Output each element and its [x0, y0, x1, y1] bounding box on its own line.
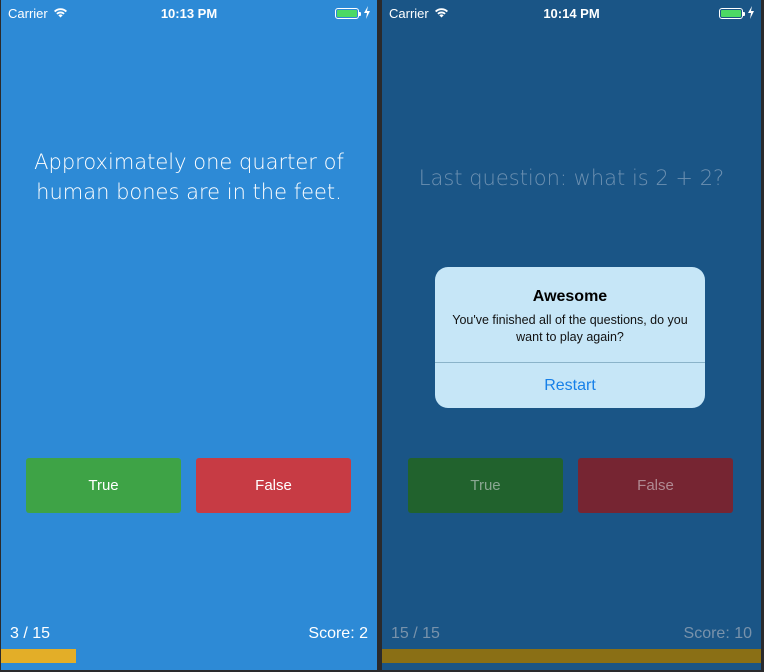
- score-label: Score: 2: [308, 625, 368, 642]
- true-button: True: [408, 458, 563, 513]
- battery-icon: [335, 8, 361, 19]
- score-label: Score: 10: [683, 625, 752, 642]
- quiz-screen-question: Carrier 10:13 PM Approximately one quart…: [1, 0, 377, 670]
- false-button[interactable]: False: [196, 458, 351, 513]
- progress-bar-fill: [382, 649, 761, 663]
- battery-icon: [719, 8, 745, 19]
- status-time: 10:14 PM: [543, 6, 600, 21]
- progress-bar: [1, 649, 377, 663]
- true-button[interactable]: True: [26, 458, 181, 513]
- alert-message: You've finished all of the questions, do…: [452, 313, 688, 344]
- progress-bar-fill: [1, 649, 77, 663]
- false-button: False: [578, 458, 733, 513]
- progress-bar: [382, 649, 761, 663]
- question-text: Last question: what is 2 + 2?: [418, 166, 725, 190]
- question-progress-label: 3 / 15: [10, 625, 51, 642]
- quiz-screen-finished: Carrier 10:14 PM Last question: what is …: [382, 0, 761, 670]
- restart-button[interactable]: Restart: [435, 363, 705, 408]
- charging-bolt-icon: [364, 6, 370, 19]
- status-time: 10:13 PM: [160, 6, 218, 21]
- completion-alert: Awesome You've finished all of the quest…: [435, 267, 705, 408]
- status-bar: Carrier 10:14 PM: [382, 0, 761, 26]
- alert-title: Awesome: [532, 288, 608, 305]
- status-bar: Carrier 10:13 PM: [1, 0, 377, 26]
- charging-bolt-icon: [748, 6, 754, 19]
- question-text: Approximately one quarter of human bones…: [34, 150, 344, 204]
- question-progress-label: 15 / 15: [391, 625, 440, 642]
